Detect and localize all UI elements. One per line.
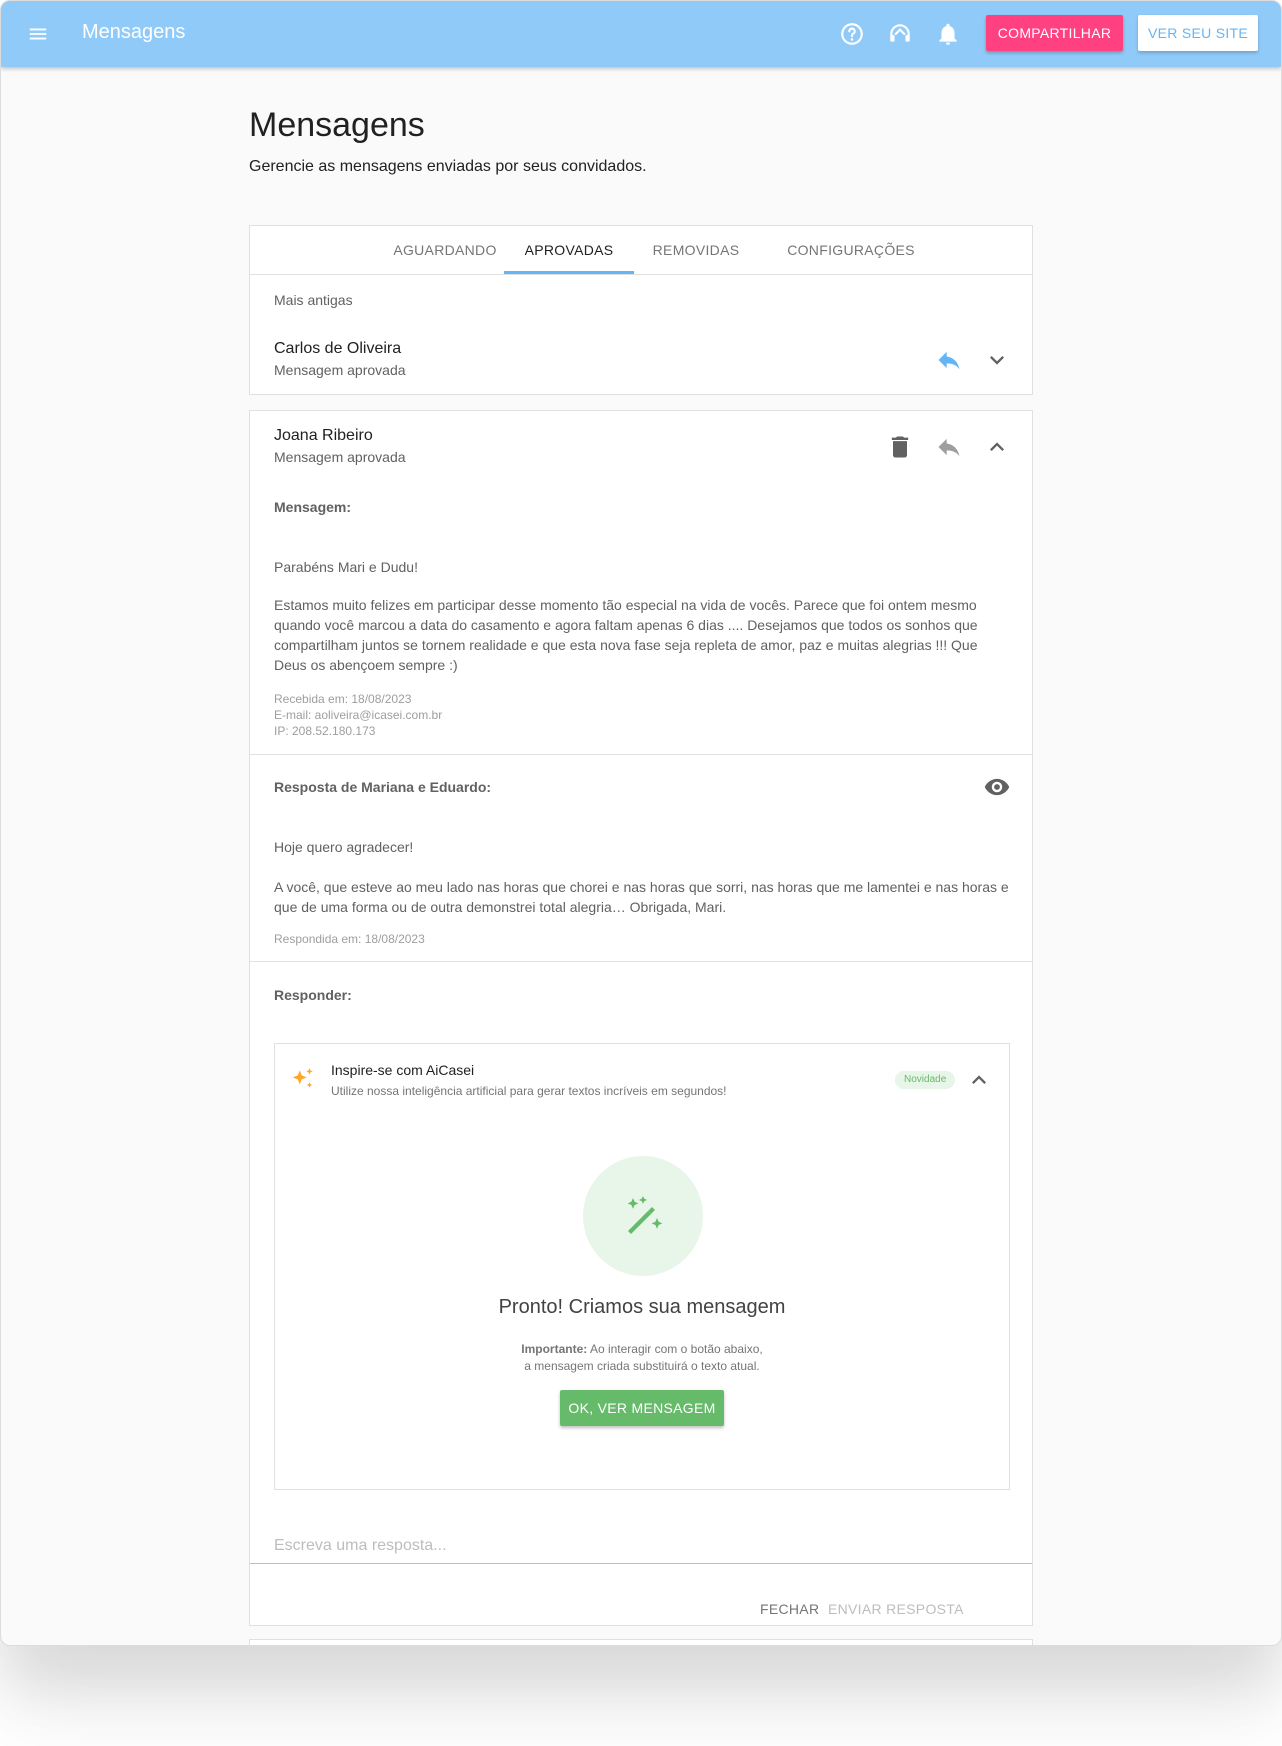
sender-name: Joana Ribeiro (274, 427, 373, 444)
ai-inspire-panel: Inspire-se com AiCasei Utilize nossa int… (274, 1043, 1010, 1490)
reply-icon[interactable] (935, 433, 963, 461)
message-status: Mensagem aprovada (274, 449, 406, 465)
responded-date: Respondida em: 18/08/2023 (274, 932, 425, 946)
tab-aguardando[interactable]: AGUARDANDO (380, 226, 510, 274)
reply-input[interactable] (274, 1529, 1010, 1563)
ai-note-line2: a mensagem criada substituirá o texto at… (524, 1359, 760, 1373)
reply-icon[interactable] (935, 346, 963, 374)
view-site-button[interactable]: VER SEU SITE (1138, 15, 1258, 51)
expanded-message-card: Joana Ribeiro Mensagem aprovada Mensagem… (249, 410, 1033, 1626)
ai-subtitle: Utilize nossa inteligência artificial pa… (331, 1084, 727, 1098)
sparkles-icon (292, 1068, 313, 1088)
page-subtitle: Gerencie as mensagens enviadas por seus … (249, 158, 647, 175)
received-date: Recebida em: 18/08/2023 (274, 692, 412, 706)
ai-illustration (583, 1156, 703, 1276)
help-icon[interactable] (839, 21, 865, 47)
new-badge: Novidade (895, 1071, 956, 1089)
divider (250, 961, 1032, 962)
tab-removidas[interactable]: REMOVIDAS (631, 226, 761, 274)
sort-label[interactable]: Mais antigas (274, 292, 353, 308)
chevron-down-icon[interactable] (983, 346, 1011, 374)
tab-configuracoes[interactable]: CONFIGURAÇÕES (771, 226, 931, 274)
app-window: Mensagens COMPARTILHAR VER SEU SITE Mens… (0, 0, 1282, 1646)
tab-bar: AGUARDANDO APROVADAS REMOVIDAS CONFIGURA… (250, 226, 1032, 275)
reply-label: Responder: (274, 987, 352, 1003)
ai-note: Importante: Ao interagir com o botão aba… (275, 1341, 1009, 1375)
support-headset-icon[interactable] (887, 21, 913, 47)
ai-note-bold: Importante: (521, 1342, 588, 1356)
app-bar-title: Mensagens (82, 21, 186, 43)
sender-email: E-mail: aoliveira@icasei.com.br (274, 708, 443, 722)
response-label: Resposta de Mariana e Eduardo: (274, 779, 492, 795)
sender-ip: IP: 208.52.180.173 (274, 724, 376, 738)
eye-icon[interactable] (983, 773, 1011, 801)
divider (250, 754, 1032, 755)
magic-wand-icon (627, 1196, 663, 1234)
close-button[interactable]: FECHAR (752, 1591, 827, 1627)
sender-name: Carlos de Oliveira (274, 340, 402, 357)
chevron-up-icon[interactable] (983, 433, 1011, 461)
message-body: Estamos muito felizes em participar dess… (274, 597, 978, 673)
response-body: A você, que esteve ao meu lado nas horas… (274, 879, 1009, 915)
message-status: Mensagem aprovada (274, 362, 406, 378)
input-underline (250, 1563, 1032, 1564)
share-button[interactable]: COMPARTILHAR (986, 15, 1123, 51)
ai-note-line1: Ao interagir com o botão abaixo, (587, 1342, 763, 1356)
ai-ready-title: Pronto! Criamos sua mensagem (498, 1296, 786, 1318)
response-greeting: Hoje quero agradecer! (274, 839, 414, 855)
chevron-up-icon[interactable] (965, 1066, 993, 1094)
send-reply-button[interactable]: ENVIAR RESPOSTA (820, 1591, 972, 1627)
view-message-button[interactable]: OK, VER MENSAGEM (560, 1390, 724, 1426)
page-title: Mensagens (249, 106, 425, 144)
menu-icon[interactable] (27, 23, 49, 45)
message-label: Mensagem: (274, 499, 352, 515)
trash-icon[interactable] (886, 433, 914, 461)
next-message-card (249, 1639, 1033, 1645)
top-app-bar: Mensagens COMPARTILHAR VER SEU SITE (1, 1, 1281, 67)
ai-title: Inspire-se com AiCasei (331, 1062, 475, 1078)
messages-card: AGUARDANDO APROVADAS REMOVIDAS CONFIGURA… (249, 225, 1033, 395)
tab-aprovadas[interactable]: APROVADAS (504, 226, 634, 274)
message-greeting: Parabéns Mari e Dudu! (274, 559, 418, 575)
active-tab-indicator (504, 271, 634, 274)
notification-bell-icon[interactable] (935, 21, 961, 47)
